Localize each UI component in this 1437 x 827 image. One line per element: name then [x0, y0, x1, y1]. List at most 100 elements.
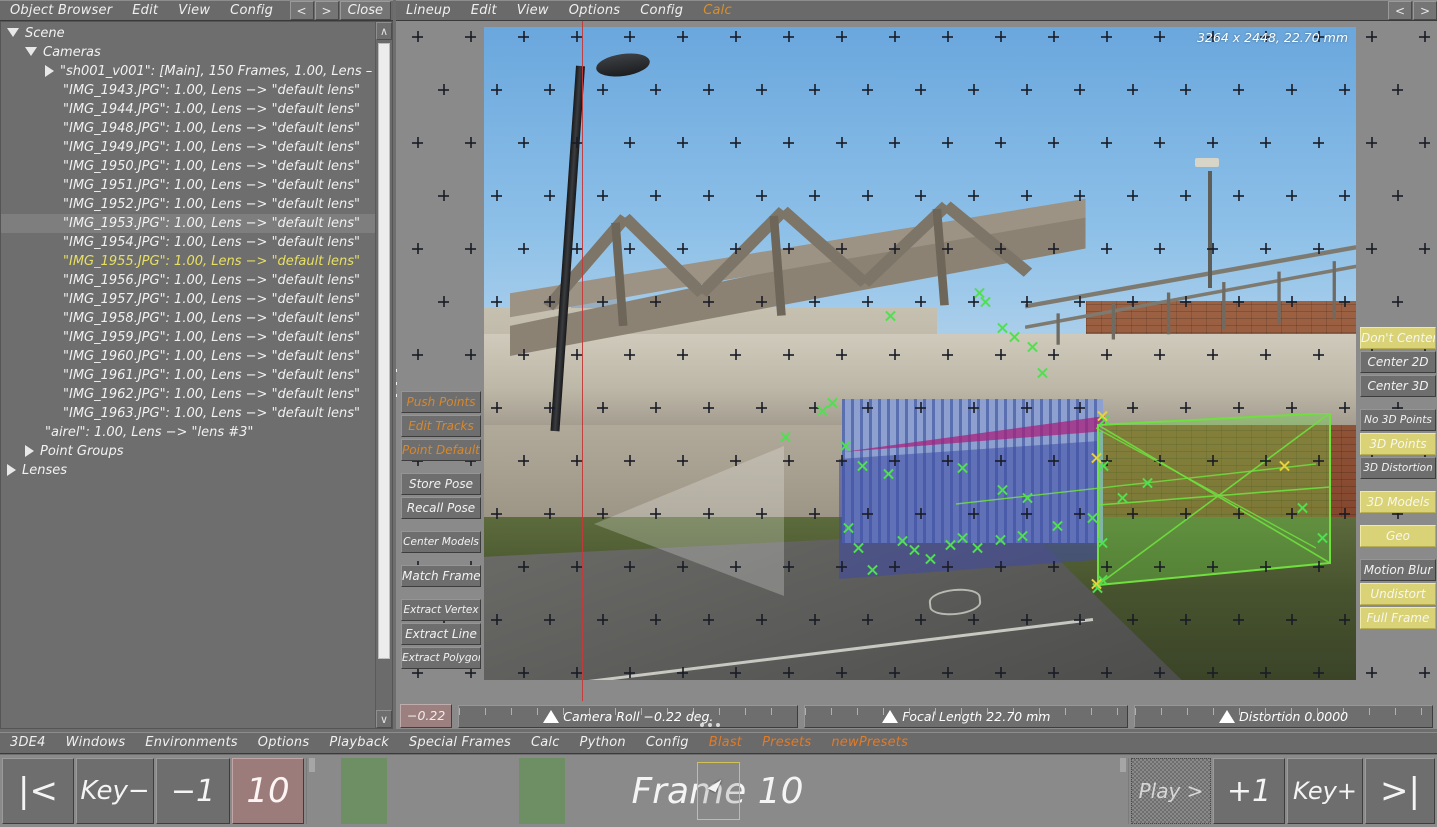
panel-resize-handle[interactable]	[396, 369, 398, 397]
chevron-down-icon[interactable]	[7, 28, 19, 37]
toggle-full-frame[interactable]: Full Frame	[1360, 607, 1436, 629]
tree-row[interactable]: Cameras	[1, 43, 375, 62]
menu-edit[interactable]: Edit	[461, 1, 507, 21]
tree-row[interactable]: "IMG_1961.JPG": 1.00, Lens −> "default l…	[1, 366, 375, 385]
toggle-3d-models[interactable]: 3D Models	[1360, 491, 1436, 513]
tool-edit-tracks[interactable]: Edit Tracks	[401, 415, 481, 437]
slider-knob-icon[interactable]	[1219, 709, 1236, 723]
toggle-no-3d-points[interactable]: No 3D Points	[1360, 409, 1436, 431]
tree-row[interactable]: Scene	[1, 24, 375, 43]
main-menu-python[interactable]: Python	[570, 733, 636, 753]
tree-row[interactable]: "IMG_1952.JPG": 1.00, Lens −> "default l…	[1, 195, 375, 214]
timeline-cursor-box[interactable]	[697, 762, 740, 820]
main-menu-presets[interactable]: Presets	[752, 733, 821, 753]
tree-row[interactable]: "IMG_1956.JPG": 1.00, Lens −> "default l…	[1, 271, 375, 290]
scroll-up-icon[interactable]: ∧	[376, 22, 392, 40]
chevron-down-icon[interactable]	[25, 47, 37, 56]
tree-row[interactable]: "airel": 1.00, Lens −> "lens #3"	[1, 423, 375, 442]
main-menu-options[interactable]: Options	[248, 733, 320, 753]
chevron-right-icon[interactable]	[45, 64, 54, 77]
main-menu-blast[interactable]: Blast	[699, 733, 752, 753]
next-button[interactable]: >	[314, 1, 339, 20]
tree-row[interactable]: "IMG_1953.JPG": 1.00, Lens −> "default l…	[1, 214, 375, 233]
tool-recall-pose[interactable]: Recall Pose	[401, 497, 481, 519]
horizontal-resize-handle[interactable]	[700, 723, 720, 727]
menu-calc[interactable]: Calc	[693, 1, 742, 21]
current-frame-field[interactable]: 10	[232, 758, 304, 824]
menu-view[interactable]: View	[507, 1, 559, 21]
tool-extract-vertex[interactable]: Extract Vertex	[401, 599, 481, 621]
tree-row[interactable]: "IMG_1943.JPG": 1.00, Lens −> "default l…	[1, 81, 375, 100]
tree-row[interactable]: "IMG_1949.JPG": 1.00, Lens −> "default l…	[1, 138, 375, 157]
tree-row[interactable]: "IMG_1963.JPG": 1.00, Lens −> "default l…	[1, 404, 375, 423]
step-back-button[interactable]: −1	[156, 758, 230, 824]
menu-config[interactable]: Config	[220, 1, 283, 21]
main-menu-playback[interactable]: Playback	[319, 733, 399, 753]
tool-push-points[interactable]: Push Points	[401, 391, 481, 413]
tree-row[interactable]: "IMG_1955.JPG": 1.00, Lens −> "default l…	[1, 252, 375, 271]
toggle-center-3d[interactable]: Center 3D	[1360, 375, 1436, 397]
main-menu-environments[interactable]: Environments	[135, 733, 247, 753]
prev-button[interactable]: <	[289, 1, 314, 20]
chevron-right-icon[interactable]	[7, 463, 16, 476]
step-forward-button[interactable]: +1	[1213, 758, 1285, 824]
menu-view[interactable]: View	[168, 1, 220, 21]
previous-key-button[interactable]: Key−	[76, 758, 154, 824]
toggle-motion-blur[interactable]: Motion Blur	[1360, 559, 1436, 581]
close-button[interactable]: Close	[339, 1, 391, 20]
timeline-scrubber[interactable]: Frame 10	[306, 758, 1129, 824]
keyframe-marker[interactable]	[341, 758, 387, 824]
focal-length-slider[interactable]: Focal Length 22.70 mm	[804, 704, 1129, 728]
viewport-canvas[interactable]: 3264 x 2448, 22.70 mm Push Points Edit Tr…	[396, 21, 1437, 701]
camera-roll-value-field[interactable]: −0.22	[400, 704, 453, 728]
keyframe-marker[interactable]	[519, 758, 565, 824]
tool-extract-polygon[interactable]: Extract Polygon	[401, 647, 481, 669]
tool-extract-line[interactable]: Extract Line	[401, 623, 481, 645]
scroll-down-icon[interactable]: ∨	[376, 710, 392, 728]
go-to-first-frame-button[interactable]: |<	[2, 758, 74, 824]
toggle-center-2d[interactable]: Center 2D	[1360, 351, 1436, 373]
tree-row[interactable]: "IMG_1944.JPG": 1.00, Lens −> "default l…	[1, 100, 375, 119]
slider-knob-icon[interactable]	[882, 709, 899, 723]
menu-object-browser[interactable]: Object Browser	[0, 1, 122, 21]
tree-row[interactable]: "IMG_1950.JPG": 1.00, Lens −> "default l…	[1, 157, 375, 176]
menu-options[interactable]: Options	[559, 1, 631, 21]
toggle-don-t-center[interactable]: Don't Center	[1360, 327, 1436, 349]
viewport-prev-button[interactable]: <	[1388, 1, 1412, 20]
tree-row[interactable]: "IMG_1962.JPG": 1.00, Lens −> "default l…	[1, 385, 375, 404]
scrollbar-track[interactable]	[376, 40, 392, 710]
tree-scrollbar[interactable]: ∧ ∨	[375, 21, 393, 729]
tree-row[interactable]: "IMG_1951.JPG": 1.00, Lens −> "default l…	[1, 176, 375, 195]
main-menu-3de4[interactable]: 3DE4	[0, 733, 56, 753]
tree-row[interactable]: "IMG_1960.JPG": 1.00, Lens −> "default l…	[1, 347, 375, 366]
main-menu-calc[interactable]: Calc	[521, 733, 570, 753]
tree-row[interactable]: "IMG_1957.JPG": 1.00, Lens −> "default l…	[1, 290, 375, 309]
menu-config[interactable]: Config	[630, 1, 693, 21]
go-to-last-frame-button[interactable]: >|	[1365, 758, 1435, 824]
toggle-geo[interactable]: Geo	[1360, 525, 1436, 547]
tree-row[interactable]: "IMG_1959.JPG": 1.00, Lens −> "default l…	[1, 328, 375, 347]
main-menu-newpresets[interactable]: newPresets	[821, 733, 918, 753]
next-key-button[interactable]: Key+	[1287, 758, 1363, 824]
menu-lineup[interactable]: Lineup	[396, 1, 461, 21]
tool-match-frame[interactable]: Match Frame	[401, 565, 481, 587]
tool-point-defaults[interactable]: Point Defaults	[401, 439, 481, 461]
viewport-next-button[interactable]: >	[1413, 1, 1437, 20]
menu-edit[interactable]: Edit	[122, 1, 168, 21]
toggle-3d-distortion[interactable]: 3D Distortion	[1360, 457, 1436, 479]
play-button[interactable]: Play >	[1131, 758, 1211, 824]
tree-row[interactable]: Point Groups	[1, 442, 375, 461]
tool-center-models[interactable]: Center Models	[401, 531, 481, 553]
camera-roll-slider[interactable]: Camera Roll −0.22 deg.	[458, 704, 799, 728]
toggle-3d-points[interactable]: 3D Points	[1360, 433, 1436, 455]
main-menu-config[interactable]: Config	[636, 733, 699, 753]
main-menu-special-frames[interactable]: Special Frames	[399, 733, 521, 753]
main-menu-windows[interactable]: Windows	[56, 733, 136, 753]
scrollbar-thumb[interactable]	[378, 43, 390, 660]
tree-row[interactable]: "IMG_1954.JPG": 1.00, Lens −> "default l…	[1, 233, 375, 252]
tool-store-pose[interactable]: Store Pose	[401, 473, 481, 495]
tree-row[interactable]: "IMG_1958.JPG": 1.00, Lens −> "default l…	[1, 309, 375, 328]
slider-knob-icon[interactable]	[543, 709, 560, 723]
tree-row[interactable]: "sh001_v001": [Main], 150 Frames, 1.00, …	[1, 62, 375, 81]
tree-row[interactable]: "IMG_1948.JPG": 1.00, Lens −> "default l…	[1, 119, 375, 138]
